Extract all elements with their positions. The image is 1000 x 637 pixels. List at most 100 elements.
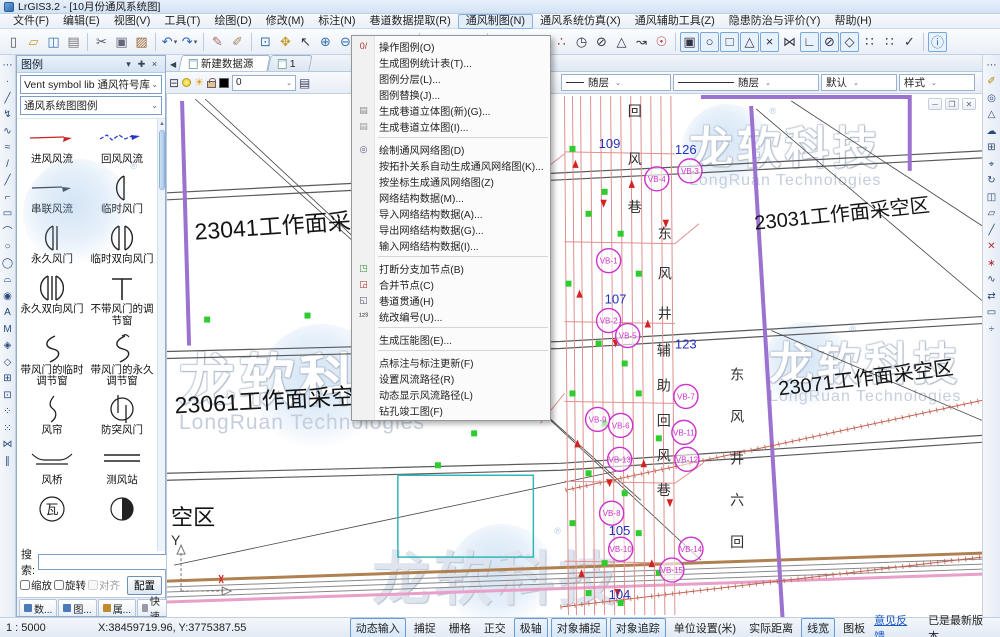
array-icon[interactable]: ⊞ xyxy=(984,140,1000,157)
zoom-in-icon[interactable]: ⊕ xyxy=(316,32,335,52)
snap-cross-icon[interactable]: × xyxy=(760,32,779,52)
status-toggle-8[interactable]: 实际距离 xyxy=(744,619,798,637)
legend-item-half-filled-circle[interactable] xyxy=(87,490,157,540)
legend-item-temp-regulator-door[interactable]: 带风门的临时调节窗 xyxy=(17,330,87,391)
pin-icon[interactable]: ✚ xyxy=(135,59,148,70)
layer-on-icon[interactable] xyxy=(182,78,191,87)
status-toggle-4[interactable]: 极轴 xyxy=(514,618,548,637)
draw-arc-3pt-icon[interactable]: ⌓ xyxy=(1,272,15,289)
measure-triangle-icon[interactable]: △ xyxy=(612,32,631,52)
status-toggle-6[interactable]: 对象追踪 xyxy=(610,618,666,637)
legend-item-temp-door[interactable]: 临时风门 xyxy=(87,169,157,219)
vent-menu-item-22[interactable]: 点标注与标注更新(F) xyxy=(352,354,550,370)
chamfer-icon[interactable]: ▱ xyxy=(984,206,1000,223)
vent-menu-item-17[interactable]: ◱巷道贯通(H) xyxy=(352,292,550,308)
current-layer-select[interactable]: 0 ⌄ xyxy=(232,75,296,91)
legend-item-air-bridge[interactable]: 风桥 xyxy=(17,440,87,490)
menu-item-6[interactable]: 标注(N) xyxy=(311,14,362,29)
hatch-icon[interactable]: ◈ xyxy=(1,338,15,355)
node-align-icon[interactable]: ∥ xyxy=(1,453,15,470)
vent-menu-item-15[interactable]: ◳打断分支加节点(B) xyxy=(352,260,550,276)
snap-square-icon[interactable]: □ xyxy=(720,32,739,52)
menu-item-4[interactable]: 绘图(D) xyxy=(207,14,258,29)
vent-menu-item-3[interactable]: 图例替换(J)... xyxy=(352,86,550,102)
close-icon[interactable]: ✕ xyxy=(962,98,976,110)
snap-hourglass-icon[interactable]: ⋈ xyxy=(780,32,799,52)
panel-tab-2[interactable]: 属... xyxy=(98,599,136,616)
point-style-icon[interactable]: ∗ xyxy=(984,255,1000,272)
menu-item-9[interactable]: 通风系统仿真(X) xyxy=(533,14,628,29)
scrollbar-thumb[interactable] xyxy=(159,130,165,190)
layer-print-icon[interactable]: ▤ xyxy=(299,76,310,90)
vent-menu-item-1[interactable]: 生成图例统计表(T)... xyxy=(352,54,550,70)
copy-object-icon[interactable]: ◫ xyxy=(984,189,1000,206)
measure-curve-icon[interactable]: ↝ xyxy=(632,32,651,52)
draw-circle-icon[interactable]: ○ xyxy=(1,239,15,256)
vent-menu-item-4[interactable]: ▤生成巷道立体图(新)(G)... xyxy=(352,102,550,118)
hatch-gradient-icon[interactable]: ◇ xyxy=(1,354,15,371)
snap-circle-icon[interactable]: ○ xyxy=(700,32,719,52)
clip-icon[interactable]: ▭ xyxy=(984,305,1000,322)
vent-menu-item-7[interactable]: ◎绘制通风网络图(D) xyxy=(352,141,550,157)
menu-item-12[interactable]: 帮助(H) xyxy=(827,14,878,29)
snap-triangle-icon[interactable]: △ xyxy=(740,32,759,52)
line-edit-icon[interactable]: ╱ xyxy=(984,222,1000,239)
legend-item-temp-bidir-door[interactable]: 临时双向风门 xyxy=(87,219,157,269)
info-icon[interactable]: ⓘ xyxy=(928,32,947,52)
draw-line-icon[interactable]: ╱ xyxy=(1,90,15,107)
revision-cloud-icon[interactable]: ☁ xyxy=(984,123,1000,140)
vent-menu-item-20[interactable]: 生成压能图(E)... xyxy=(352,331,550,347)
vent-menu-item-16[interactable]: ◲合并节点(C) xyxy=(352,276,550,292)
status-toggle-3[interactable]: 正交 xyxy=(479,619,511,637)
legend-item-return-airflow[interactable]: 回风风流 xyxy=(87,119,157,169)
option-checkbox-旋转[interactable]: 旋转 xyxy=(54,578,86,593)
node-edit-icon[interactable]: ⊡ xyxy=(1,387,15,404)
format-brush-icon[interactable]: ✐ xyxy=(984,74,1000,91)
redo-icon[interactable]: ↷▾ xyxy=(180,32,199,52)
checkbox[interactable] xyxy=(54,580,64,590)
status-toggle-7[interactable]: 单位设置(米) xyxy=(669,619,741,637)
legend-scrollbar[interactable]: ▲ xyxy=(157,119,165,551)
legend-item-series-airflow[interactable]: 串联风流 xyxy=(17,169,87,219)
minimize-icon[interactable]: ─ xyxy=(928,98,942,110)
new-file-icon[interactable]: ▯ xyxy=(4,32,23,52)
draw-sketch-icon[interactable]: ≈ xyxy=(1,140,15,157)
config-button[interactable]: 配置 xyxy=(127,576,162,595)
vent-menu-item-23[interactable]: 设置风流路径(R) xyxy=(352,370,550,386)
vent-menu-item-11[interactable]: 导入网络结构数据(A)... xyxy=(352,205,550,221)
measure-clock-icon[interactable]: ◷ xyxy=(572,32,591,52)
insert-image-icon[interactable]: ◉ xyxy=(1,288,15,305)
legend-item-regulator-no-door[interactable]: 不带风门的调节窗 xyxy=(87,269,157,330)
snap-perpendicular-icon[interactable]: ∟ xyxy=(800,32,819,52)
legend-item-perm-bidir-door[interactable]: 永久双向风门 xyxy=(17,269,87,330)
rotate-icon[interactable]: ↻ xyxy=(984,173,1000,190)
menu-item-1[interactable]: 编辑(E) xyxy=(56,14,107,29)
layer-list-icon[interactable]: ⊟ xyxy=(169,76,179,90)
pan-icon[interactable]: ✥ xyxy=(276,32,295,52)
divide-icon[interactable]: ÷ xyxy=(984,321,1000,338)
linetype-select[interactable]: 随层⌄ xyxy=(561,74,671,91)
draw-segment-icon[interactable]: / xyxy=(1,156,15,173)
vent-menu-item-9[interactable]: 按坐标生成通风网络图(Z) xyxy=(352,173,550,189)
option-checkbox-缩放[interactable]: 缩放 xyxy=(20,578,52,593)
draw-spline-icon[interactable]: ∿ xyxy=(1,123,15,140)
snap-center-icon[interactable]: ▣ xyxy=(680,32,699,52)
save-icon[interactable]: ◫ xyxy=(44,32,63,52)
draw-region-icon[interactable]: ⌐ xyxy=(1,189,15,206)
vent-menu-item-8[interactable]: 按拓扑关系自动生成通风网络图(K)... xyxy=(352,157,550,173)
close-icon[interactable]: × xyxy=(148,59,161,69)
reverse-direction-icon[interactable]: ⇄ xyxy=(984,288,1000,305)
node-join-icon[interactable]: ⋈ xyxy=(1,437,15,454)
draw-polyline-icon[interactable]: ↯ xyxy=(1,107,15,124)
plot-icon[interactable]: ▤ xyxy=(64,32,83,52)
status-toggle-2[interactable]: 栅格 xyxy=(444,619,476,637)
text-single-icon[interactable]: A xyxy=(1,305,15,322)
snap-check-icon[interactable]: ✓ xyxy=(900,32,919,52)
layer-lock-icon[interactable] xyxy=(207,81,216,88)
node-network-icon[interactable]: ⁙ xyxy=(1,420,15,437)
undo-icon[interactable]: ↶▾ xyxy=(160,32,179,52)
legend-item-intake-airflow[interactable]: 进风风流 xyxy=(17,119,87,169)
vent-menu-item-18[interactable]: ¹²³统改编号(U)... xyxy=(352,308,550,324)
vent-menu-item-13[interactable]: 输入网络结构数据(I)... xyxy=(352,237,550,253)
snap-grid-a-icon[interactable]: ∷ xyxy=(860,32,879,52)
